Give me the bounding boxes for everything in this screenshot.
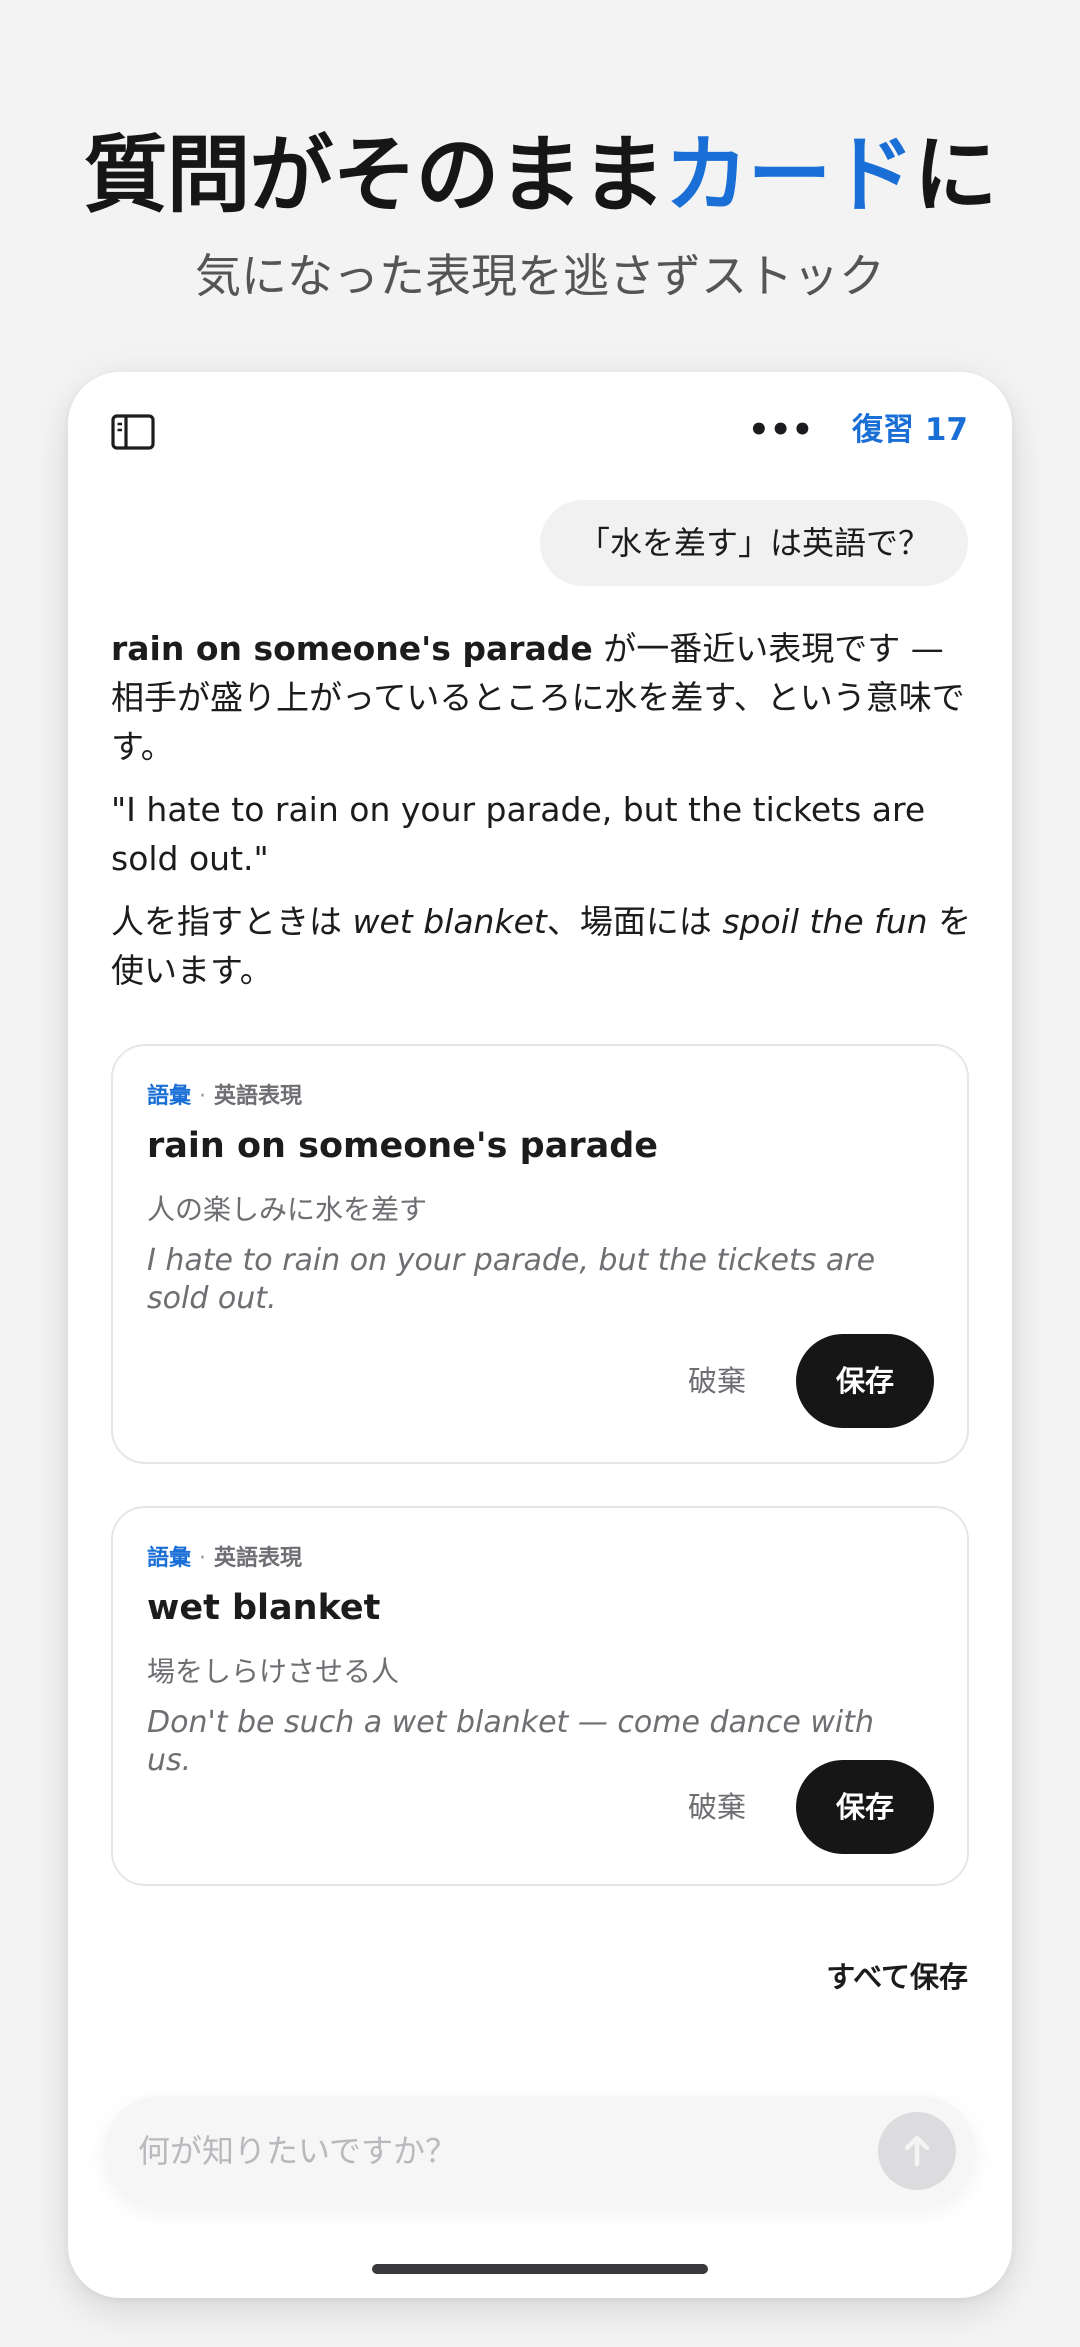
answer-text: 、場面には bbox=[546, 902, 723, 941]
top-bar: ••• 復習 17 bbox=[68, 372, 1012, 492]
discard-button[interactable]: 破棄 bbox=[672, 1782, 762, 1832]
card-tag-separator: · bbox=[199, 1084, 207, 1109]
user-message-bubble: 「水を差す」は英語で？ bbox=[539, 500, 968, 586]
vocab-card: 語彙 · 英語表現 rain on someone's parade 人の楽しみに水… bbox=[111, 1044, 969, 1464]
card-category: 語彙 bbox=[147, 1546, 192, 1571]
card-meaning: 場をしらけさせる人 bbox=[147, 1655, 400, 1688]
save-button[interactable]: 保存 bbox=[796, 1760, 934, 1854]
question-input[interactable] bbox=[138, 2122, 838, 2180]
vocab-card: 語彙 · 英語表現 wet blanket 場をしらけさせる人 Don't be s… bbox=[111, 1506, 969, 1886]
card-tag: 語彙 · 英語表現 bbox=[147, 1540, 302, 1572]
more-options-icon[interactable]: ••• bbox=[748, 410, 813, 450]
card-term: wet blanket bbox=[147, 1588, 381, 1628]
card-example: I hate to rain on your parade, but the t… bbox=[147, 1243, 876, 1316]
answer-term-wet-blanket: wet blanket bbox=[352, 902, 547, 941]
answer-paragraph-1: rain on someone's parade が一番近い表現です — 相手が… bbox=[111, 624, 979, 771]
card-tag-separator: · bbox=[199, 1546, 207, 1571]
card-tag: 語彙 · 英語表現 bbox=[147, 1078, 302, 1110]
card-example: Don't be such a wet blanket — come dance… bbox=[147, 1705, 875, 1778]
headline-end: に bbox=[913, 126, 998, 224]
home-indicator bbox=[372, 2264, 708, 2274]
answer-term: rain on someone's parade bbox=[111, 629, 593, 668]
assistant-answer: rain on someone's parade が一番近い表現です — 相手が… bbox=[111, 624, 979, 1009]
promo-header: 質問がそのままカードに 気になった表現を逃さずストック bbox=[0, 0, 1080, 370]
card-term: rain on someone's parade bbox=[147, 1126, 658, 1166]
sidebar-icon[interactable] bbox=[110, 412, 156, 452]
card-category: 語彙 bbox=[147, 1084, 192, 1109]
card-meaning: 人の楽しみに水を差す bbox=[147, 1193, 428, 1226]
promo-subheadline: 気になった表現を逃さずストック bbox=[195, 249, 885, 303]
message-composer bbox=[104, 2096, 976, 2206]
discard-button[interactable]: 破棄 bbox=[672, 1356, 762, 1406]
app-screen: ••• 復習 17 「水を差す」は英語で？ rain on someone's … bbox=[68, 372, 1012, 2298]
card-subcategory: 英語表現 bbox=[214, 1546, 303, 1571]
save-all-button[interactable]: すべて保存 bbox=[826, 1954, 968, 1996]
headline-accent: カード bbox=[664, 126, 914, 224]
answer-text: 人を指すときは bbox=[111, 902, 353, 941]
promo-headline: 質問がそのままカードに bbox=[0, 108, 1080, 229]
card-subcategory: 英語表現 bbox=[214, 1084, 303, 1109]
review-button[interactable]: 復習 17 bbox=[852, 408, 968, 452]
save-button[interactable]: 保存 bbox=[796, 1334, 934, 1428]
headline-main: 質問がそのまま bbox=[83, 126, 665, 224]
send-arrow-icon[interactable] bbox=[878, 2112, 956, 2190]
answer-paragraph-2: "I hate to rain on your parade, but the … bbox=[111, 790, 926, 878]
answer-term-spoil-the-fun: spoil the fun bbox=[722, 902, 928, 941]
answer-paragraph-3: 人を指すときは wet blanket、場面には spoil the fun を… bbox=[111, 897, 979, 995]
